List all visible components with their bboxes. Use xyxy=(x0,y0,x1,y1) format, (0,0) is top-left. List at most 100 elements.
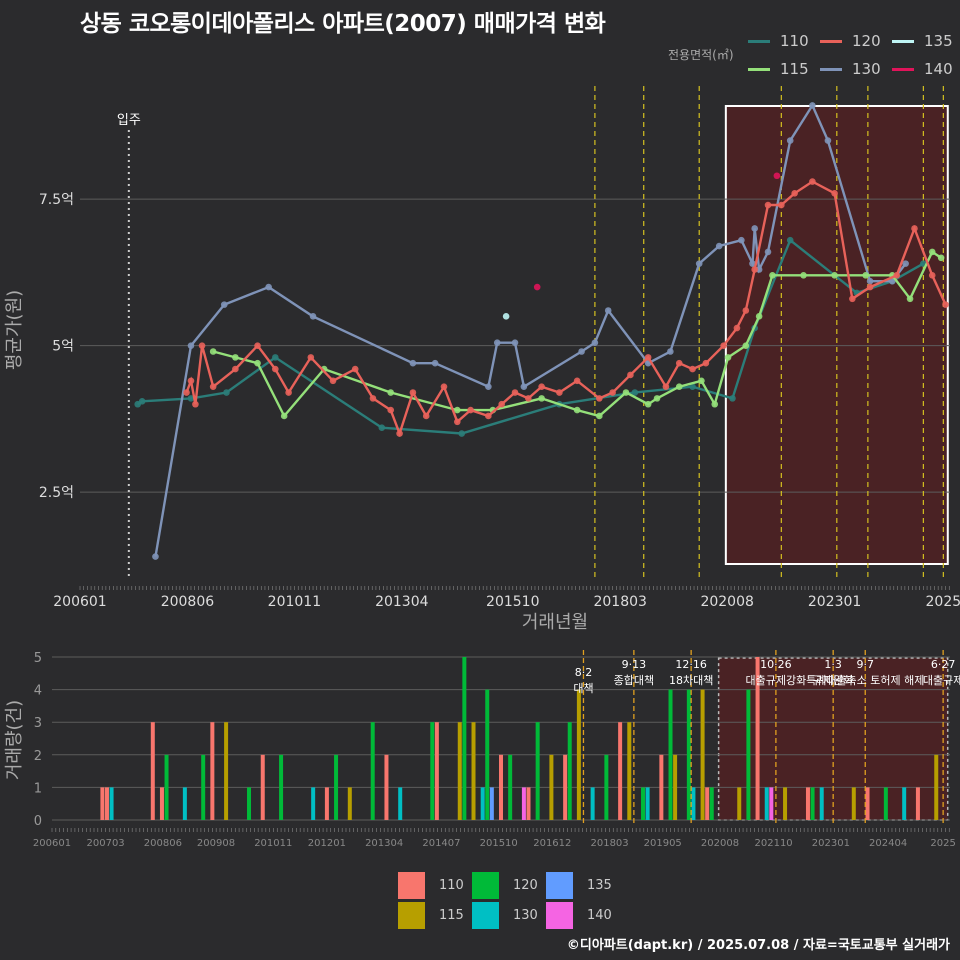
bar-x-tick-label: 201407 xyxy=(422,838,460,849)
bar-120 xyxy=(247,787,252,820)
bottom-legend-item: 130 xyxy=(472,902,538,929)
data-point-110 xyxy=(751,324,758,332)
bar-x-tick-label: 202301 xyxy=(812,838,850,849)
bar-110 xyxy=(104,787,109,820)
bar-110 xyxy=(384,754,389,820)
bar-120 xyxy=(535,722,540,820)
legend-label: 120 xyxy=(513,878,538,893)
bottom-legend-item: 110 xyxy=(398,872,464,899)
bar-120 xyxy=(485,689,490,820)
highlight-region xyxy=(724,105,949,565)
bar-x-tick-label: 201011 xyxy=(254,838,292,849)
data-point-115 xyxy=(596,412,603,420)
data-point-110 xyxy=(223,389,230,396)
bar-120 xyxy=(462,657,467,820)
footer-credit: ©디아파트(dapt.kr) / 2025.07.08 / 자료=국토교통부 실… xyxy=(566,938,950,953)
x-tick-label: 202008 xyxy=(700,594,753,610)
bar-x-tick-label: 201510 xyxy=(480,838,518,849)
data-point-115 xyxy=(622,389,630,396)
data-point-115 xyxy=(937,254,945,262)
legend-swatch xyxy=(748,39,770,43)
data-point-120 xyxy=(285,389,292,396)
data-point-120 xyxy=(556,389,563,396)
bar-x-tick-label: 201612 xyxy=(533,838,571,849)
data-point-130 xyxy=(431,359,439,367)
legend-label: 135 xyxy=(924,32,953,50)
data-point-115 xyxy=(742,342,750,349)
data-point-115 xyxy=(209,348,217,355)
data-point-110 xyxy=(631,389,639,396)
legend-label: 135 xyxy=(587,878,612,893)
legend-label: 110 xyxy=(439,878,464,893)
data-point-130 xyxy=(824,137,832,144)
bar-x-tick-label: 201201 xyxy=(308,838,346,849)
data-point-120 xyxy=(751,266,758,273)
bar-policy-label: 12·16 xyxy=(675,658,707,671)
data-point-130 xyxy=(809,102,816,109)
data-point-120 xyxy=(192,400,199,408)
bar-120 xyxy=(604,754,609,820)
bar-115 xyxy=(934,754,939,820)
data-point-130 xyxy=(751,225,758,232)
data-point-120 xyxy=(791,190,798,197)
data-point-120 xyxy=(831,190,838,197)
data-point-120 xyxy=(254,342,261,349)
bar-115 xyxy=(737,787,742,820)
bar-120 xyxy=(279,754,284,820)
bar-110 xyxy=(526,787,531,820)
data-point-110 xyxy=(853,289,861,297)
data-point-120 xyxy=(702,359,710,367)
data-point-120 xyxy=(849,295,856,303)
bar-115 xyxy=(627,722,632,820)
data-point-120 xyxy=(538,383,545,390)
data-point-115 xyxy=(769,272,776,279)
data-point-115 xyxy=(387,389,395,396)
data-point-115 xyxy=(711,400,719,408)
data-point-120 xyxy=(644,354,652,361)
top-legend-item: 110 xyxy=(748,32,809,50)
bar-policy-label: 8·2 xyxy=(575,666,593,679)
bar-x-tick-label: 2025 xyxy=(930,838,955,849)
data-point-130 xyxy=(220,301,228,308)
data-point-130 xyxy=(578,348,585,355)
bar-115 xyxy=(576,689,581,820)
move-in-label: 입주 xyxy=(117,113,141,128)
bar-130 xyxy=(398,787,403,820)
bar-140 xyxy=(769,787,774,820)
x-axis-label: 거래년월 xyxy=(522,612,588,633)
bar-policy-label: 규제완화 xyxy=(813,674,853,687)
data-point-130 xyxy=(764,248,772,256)
bar-110 xyxy=(805,787,810,820)
x-tick-label: 200806 xyxy=(161,594,215,610)
x-tick-label: 200601 xyxy=(53,594,106,610)
data-point-110 xyxy=(920,260,927,267)
bar-policy-label: 1·3 xyxy=(824,658,842,671)
bar-policy-label: 18차대책 xyxy=(669,674,713,687)
legend-swatch xyxy=(398,872,425,899)
bar-110 xyxy=(865,787,870,820)
data-point-115 xyxy=(698,377,705,385)
bar-110 xyxy=(755,657,760,820)
data-point-115 xyxy=(573,406,581,414)
data-point-130 xyxy=(265,283,272,291)
data-point-130 xyxy=(309,313,317,320)
bottom-legend-item: 115 xyxy=(398,902,464,929)
data-point-115 xyxy=(831,272,838,279)
bar-120 xyxy=(334,754,339,820)
bar-y-tick-label: 2 xyxy=(34,749,42,764)
data-point-120 xyxy=(720,342,727,349)
legend-label: 130 xyxy=(513,908,538,923)
data-point-120 xyxy=(187,377,195,385)
bar-120 xyxy=(883,787,888,820)
bar-110 xyxy=(100,787,105,820)
bar-120 xyxy=(201,754,206,820)
bar-110 xyxy=(499,754,503,820)
bar-110 xyxy=(659,754,664,820)
legend-swatch xyxy=(748,67,770,71)
chart-title: 상동 코오롱이데아폴리스 아파트(2007) 매매가격 변화 xyxy=(80,11,606,37)
data-point-120 xyxy=(866,283,874,291)
data-point-140 xyxy=(533,283,541,291)
data-point-120 xyxy=(511,389,519,396)
legend-swatch xyxy=(892,67,914,71)
bar-y-tick-label: 0 xyxy=(34,814,42,829)
